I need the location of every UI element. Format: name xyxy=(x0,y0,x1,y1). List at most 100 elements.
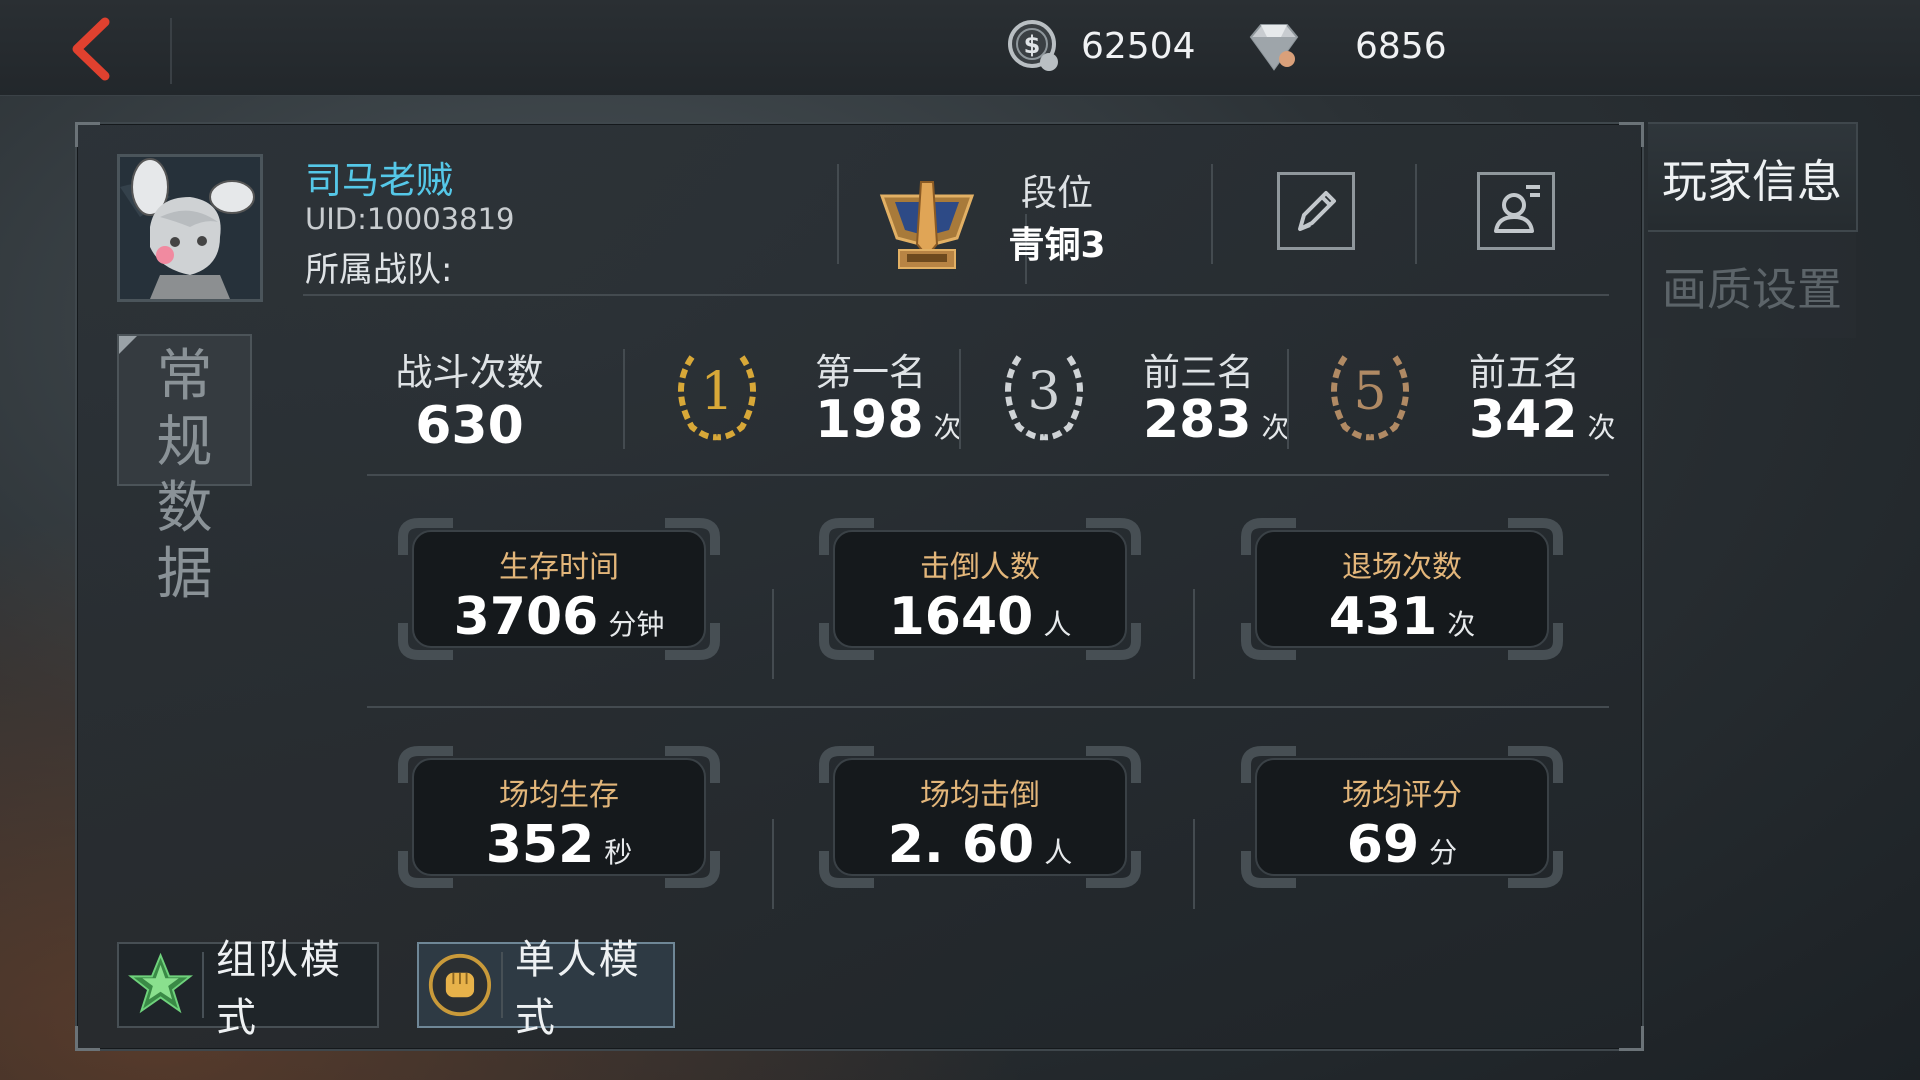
first-place-count: 198 xyxy=(815,390,924,450)
top-five-value: 342 次 xyxy=(1469,390,1616,450)
svg-text:$: $ xyxy=(1024,31,1041,59)
back-button[interactable] xyxy=(55,14,135,84)
header-divider xyxy=(303,294,1609,296)
coin-balance: $ 62504 xyxy=(1005,16,1196,76)
rank-value: 青铜3 xyxy=(1008,225,1106,266)
tab-regular-data-label: 常规数据 xyxy=(156,344,217,607)
divider xyxy=(1193,819,1195,909)
stat-card-avg-knockdowns: 场均击倒 2. 60 人 xyxy=(810,737,1150,897)
edit-button[interactable] xyxy=(1277,172,1355,250)
topbar-divider xyxy=(170,18,172,84)
stat-value: 3706 分钟 xyxy=(389,587,729,647)
top-three-count: 283 xyxy=(1143,390,1252,450)
gem-amount: 6856 xyxy=(1355,25,1447,67)
top-bar: $ 62504 6856 xyxy=(0,0,1920,96)
rank-emblem-icon xyxy=(879,181,975,269)
laurel-badge-number: 3 xyxy=(1027,362,1060,422)
divider xyxy=(1193,589,1195,679)
panel-corner xyxy=(1619,122,1644,147)
mode-separator xyxy=(500,952,503,1018)
id-card-icon xyxy=(1494,185,1540,233)
team-mode-button[interactable]: 组队模式 xyxy=(117,937,379,1041)
stat-number: 2. 60 xyxy=(887,815,1035,875)
fist-icon xyxy=(428,953,492,1017)
stat-label: 击倒人数 xyxy=(920,550,1040,585)
coin-amount: 62504 xyxy=(1081,25,1196,67)
first-place-label: 第一名 xyxy=(815,351,926,394)
stat-unit: 次 xyxy=(1447,608,1476,641)
divider xyxy=(959,349,961,449)
divider xyxy=(772,819,774,909)
gem-balance: 6856 xyxy=(1245,16,1447,76)
divider xyxy=(1415,164,1417,264)
team-mode-label: 组队模式 xyxy=(216,937,342,1041)
stat-number: 1640 xyxy=(888,587,1034,647)
panel-corner xyxy=(75,1026,100,1051)
laurel-bronze-icon: 5 xyxy=(1331,355,1409,441)
stat-value: 431 次 xyxy=(1232,587,1572,647)
stat-card-avg-survival: 场均生存 352 秒 xyxy=(389,737,729,897)
solo-mode-label: 单人模式 xyxy=(514,937,641,1041)
panel-corner xyxy=(1619,1026,1644,1051)
player-stats-panel: 司马老贼 UID:10003819 所属战队: 段位 青铜3 常规数据 战斗次数… xyxy=(75,122,1644,1051)
team-star-icon xyxy=(128,952,194,1014)
stat-number: 69 xyxy=(1346,815,1420,875)
top-three-label: 前三名 xyxy=(1143,351,1254,394)
stat-number: 431 xyxy=(1328,587,1438,647)
stat-card-survival-time: 生存时间 3706 分钟 xyxy=(389,509,729,669)
rank-label: 段位 xyxy=(1020,173,1093,214)
stat-card-knockdowns: 击倒人数 1640 人 xyxy=(810,509,1150,669)
gem-icon xyxy=(1249,24,1299,71)
stat-label: 生存时间 xyxy=(499,550,619,585)
player-uid: UID:10003819 xyxy=(305,202,515,236)
tab-regular-data[interactable]: 常规数据 xyxy=(117,334,252,607)
laurel-badge-number: 5 xyxy=(1353,362,1386,422)
top-five-count: 342 xyxy=(1469,390,1578,450)
mode-separator xyxy=(202,952,204,1018)
stat-card-exits: 退场次数 431 次 xyxy=(1232,509,1572,669)
stat-unit: 人 xyxy=(1044,836,1073,869)
stats-divider xyxy=(367,706,1609,708)
divider xyxy=(837,164,839,264)
solo-mode-button[interactable]: 单人模式 xyxy=(417,937,675,1041)
tab-quality-settings[interactable]: 画质设置 xyxy=(1648,232,1856,338)
divider xyxy=(1287,349,1289,449)
top-five-unit: 次 xyxy=(1587,411,1616,444)
stat-card-avg-score: 场均评分 69 分 xyxy=(1232,737,1572,897)
stat-unit: 分钟 xyxy=(608,608,665,641)
first-place-value: 198 次 xyxy=(815,390,962,450)
player-name: 司马老贼 xyxy=(305,159,453,202)
first-place-unit: 次 xyxy=(933,411,962,444)
stat-label: 退场次数 xyxy=(1342,550,1462,585)
top-three-value: 283 次 xyxy=(1143,390,1290,450)
stat-unit: 人 xyxy=(1043,608,1072,641)
summary-divider xyxy=(367,474,1609,476)
top-five-label: 前五名 xyxy=(1469,351,1580,394)
stat-number: 352 xyxy=(485,815,595,875)
stat-value: 352 秒 xyxy=(389,815,729,875)
laurel-gold-icon: 1 xyxy=(678,355,756,441)
avatar[interactable] xyxy=(117,154,263,302)
stat-number: 3706 xyxy=(453,587,599,647)
player-team: 所属战队: xyxy=(305,250,453,290)
stat-label: 场均评分 xyxy=(1342,778,1462,813)
battles-value: 630 xyxy=(415,396,524,456)
back-arrow-icon xyxy=(72,17,110,81)
coin-icon: $ xyxy=(1008,20,1058,71)
avatar-image xyxy=(120,157,260,299)
stat-unit: 秒 xyxy=(604,836,633,869)
tab-player-info[interactable]: 玩家信息 xyxy=(1648,122,1858,232)
stat-value: 69 分 xyxy=(1232,815,1572,875)
laurel-badge-number: 1 xyxy=(700,362,733,422)
divider xyxy=(1211,164,1213,264)
stat-value: 2. 60 人 xyxy=(810,815,1150,875)
stat-unit: 分 xyxy=(1429,836,1458,869)
laurel-silver-icon: 3 xyxy=(1005,355,1083,441)
divider xyxy=(623,349,625,449)
panel-corner xyxy=(75,122,100,147)
top-three-unit: 次 xyxy=(1261,411,1290,444)
stat-label: 场均生存 xyxy=(499,778,619,813)
profile-card-button[interactable] xyxy=(1477,172,1555,250)
divider xyxy=(772,589,774,679)
stat-label: 场均击倒 xyxy=(920,778,1040,813)
